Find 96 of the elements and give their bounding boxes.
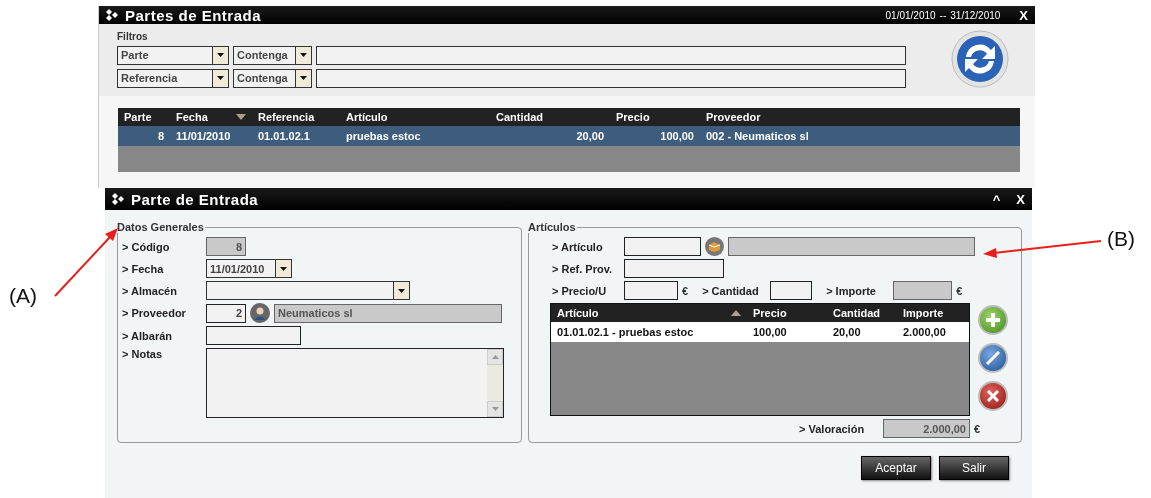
logo-icon: [111, 192, 125, 206]
caret-down-icon: [300, 76, 307, 80]
minimize-button[interactable]: ^: [989, 191, 1004, 207]
box-icon[interactable]: [705, 237, 724, 256]
filter-input[interactable]: [316, 45, 906, 65]
input-field[interactable]: 8: [206, 237, 246, 256]
currency-symbol: €: [682, 284, 689, 297]
column-header[interactable]: Precio: [610, 108, 700, 126]
field-dropdown[interactable]: Referencia: [117, 68, 229, 88]
column-header[interactable]: Referencia: [252, 108, 340, 126]
dialog-button[interactable]: Aceptar: [861, 456, 931, 480]
input-field[interactable]: [206, 326, 301, 345]
column-header[interactable]: Artículo: [340, 108, 490, 126]
caret-down-icon: [217, 53, 224, 57]
table-cell: 100,00: [610, 126, 700, 146]
input-field[interactable]: [624, 281, 678, 300]
table-cell: 002 - Neumaticos sl: [700, 126, 1020, 146]
caret-down-icon: [280, 266, 287, 271]
field-dropdown[interactable]: Parte: [117, 45, 229, 65]
table-cell: pruebas estoc: [340, 126, 490, 146]
column-header[interactable]: Fecha: [170, 108, 252, 126]
column-header[interactable]: Precio: [747, 304, 827, 322]
column-header[interactable]: Importe: [897, 304, 969, 322]
table-cell: 20,00: [827, 322, 897, 342]
dropdown-button[interactable]: [275, 260, 291, 277]
table-cell: 100,00: [747, 322, 827, 342]
name-field: Neumaticos sl: [274, 303, 502, 323]
refresh-icon[interactable]: [951, 30, 1009, 88]
date-separator: --: [939, 9, 947, 21]
input-field[interactable]: [770, 281, 813, 300]
column-header[interactable]: Parte: [118, 108, 170, 126]
date-from: 01/01/2010: [885, 9, 936, 21]
plus-icon: [986, 313, 1000, 327]
field-label: > Artículo: [551, 240, 604, 253]
dropdown-button[interactable]: [212, 69, 228, 87]
filter-input[interactable]: [316, 68, 906, 88]
field-label: > Importe: [826, 284, 877, 297]
annotation-label: (A): [9, 284, 37, 308]
window-title: Parte de Entrada: [131, 190, 259, 208]
date-to: 31/12/2010: [950, 9, 1001, 21]
currency-symbol: €: [956, 284, 963, 297]
dropdown-field[interactable]: 11/01/2010: [206, 259, 292, 278]
column-header[interactable]: Cantidad: [490, 108, 610, 126]
field-label: > Fecha: [121, 262, 165, 275]
input-field[interactable]: [624, 237, 701, 256]
currency-symbol: €: [974, 422, 981, 435]
slash-icon: [986, 351, 1000, 365]
input-field[interactable]: 2: [206, 303, 246, 323]
user-icon[interactable]: [250, 303, 270, 323]
table-cell: 11/01/2010: [170, 126, 252, 146]
table-cell: 01.01.02.1 - pruebas estoc: [551, 322, 747, 342]
field-label: > Cantidad: [702, 284, 760, 297]
field-label: > Precio/U: [551, 284, 608, 297]
dropdown-button[interactable]: [295, 46, 311, 64]
delete-button[interactable]: [978, 381, 1008, 411]
notes-field[interactable]: [206, 348, 504, 418]
logo-icon: [105, 8, 119, 22]
edit-button[interactable]: [978, 343, 1008, 373]
operator-dropdown[interactable]: Contenga: [233, 68, 312, 88]
column-header[interactable]: Cantidad: [827, 304, 897, 322]
close-button[interactable]: X: [1016, 7, 1031, 23]
column-header[interactable]: Proveedor: [700, 108, 1020, 126]
section-legend: Datos Generales: [116, 221, 205, 233]
dropdown-button[interactable]: [212, 46, 228, 64]
dropdown-button[interactable]: [393, 282, 409, 299]
table-cell: 20,00: [490, 126, 610, 146]
field-label: > Almacén: [121, 284, 178, 297]
table-cell: 01.01.02.1: [252, 126, 340, 146]
close-button[interactable]: X: [1013, 191, 1028, 207]
input-field[interactable]: [624, 259, 724, 278]
caret-down-icon: [398, 288, 405, 293]
caret-down-icon: [300, 53, 307, 57]
table-row[interactable]: 8 11/01/2010 01.01.02.1 pruebas estoc 20,00 100,00 002 - Neumaticos sl: [118, 126, 1020, 146]
annotation-label: (B): [1107, 227, 1135, 251]
column-header[interactable]: Artículo: [551, 304, 747, 322]
dialog-button[interactable]: Salir: [939, 456, 1009, 480]
field-label: > Valoración: [799, 422, 866, 435]
dropdown-button[interactable]: [295, 69, 311, 87]
add-button[interactable]: [978, 305, 1008, 335]
section-legend: Artículos: [527, 221, 577, 233]
annotation-arrow: [54, 228, 118, 297]
table-cell: 8: [118, 126, 170, 146]
field-label: > Proveedor: [121, 307, 187, 319]
dropdown-field[interactable]: [206, 281, 410, 300]
valuation-field: 2.000,00: [883, 419, 970, 438]
filter-label: Filtros: [117, 30, 149, 42]
field-label: > Ref. Prov.: [551, 262, 613, 275]
field-label: > Código: [121, 240, 171, 253]
caret-down-icon: [217, 76, 224, 80]
close-icon: [987, 390, 999, 402]
table-cell: 2.000,00: [897, 322, 969, 342]
field-label: > Notas: [121, 348, 164, 360]
operator-dropdown[interactable]: Contenga: [233, 45, 312, 65]
field-label: > Albarán: [121, 329, 174, 342]
window-title: Partes de Entrada: [125, 6, 262, 24]
table-row[interactable]: 01.01.02.1 - pruebas estoc 100,00 20,00 2.000,00: [551, 322, 969, 342]
